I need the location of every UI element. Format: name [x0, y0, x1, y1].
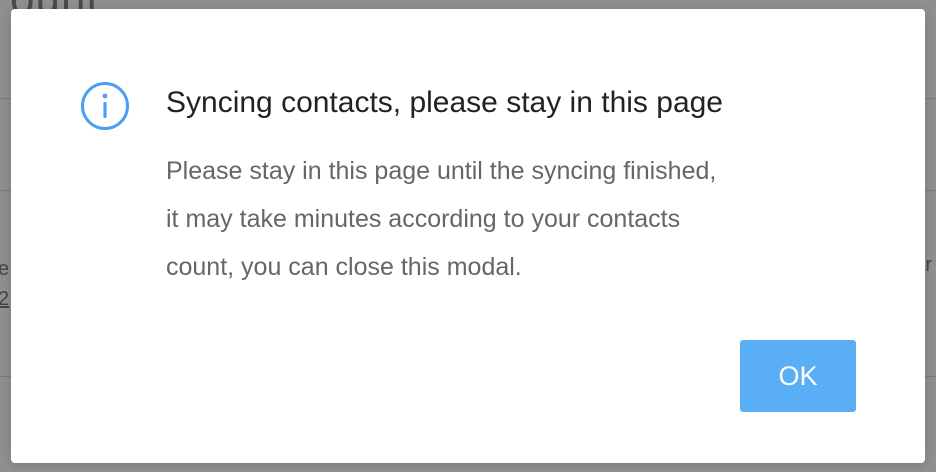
modal-body-line: Please stay in this page until the synci… [166, 157, 717, 185]
background-cell-left-line2: 2 [0, 288, 10, 310]
info-icon [81, 82, 129, 130]
modal-body-line: count, you can close this modal. [166, 253, 522, 281]
modal-body: Please stay in this page until the synci… [166, 147, 886, 291]
sync-modal: Syncing contacts, please stay in this pa… [11, 9, 925, 463]
background-cell-left: e 2 [0, 254, 9, 314]
modal-body-line: it may take minutes according to your co… [166, 205, 681, 233]
background-cell-right: r [925, 254, 932, 276]
background-cell-left-line1: e [0, 258, 10, 280]
ok-button[interactable]: OK [740, 340, 856, 412]
modal-title: Syncing contacts, please stay in this pa… [166, 86, 723, 119]
